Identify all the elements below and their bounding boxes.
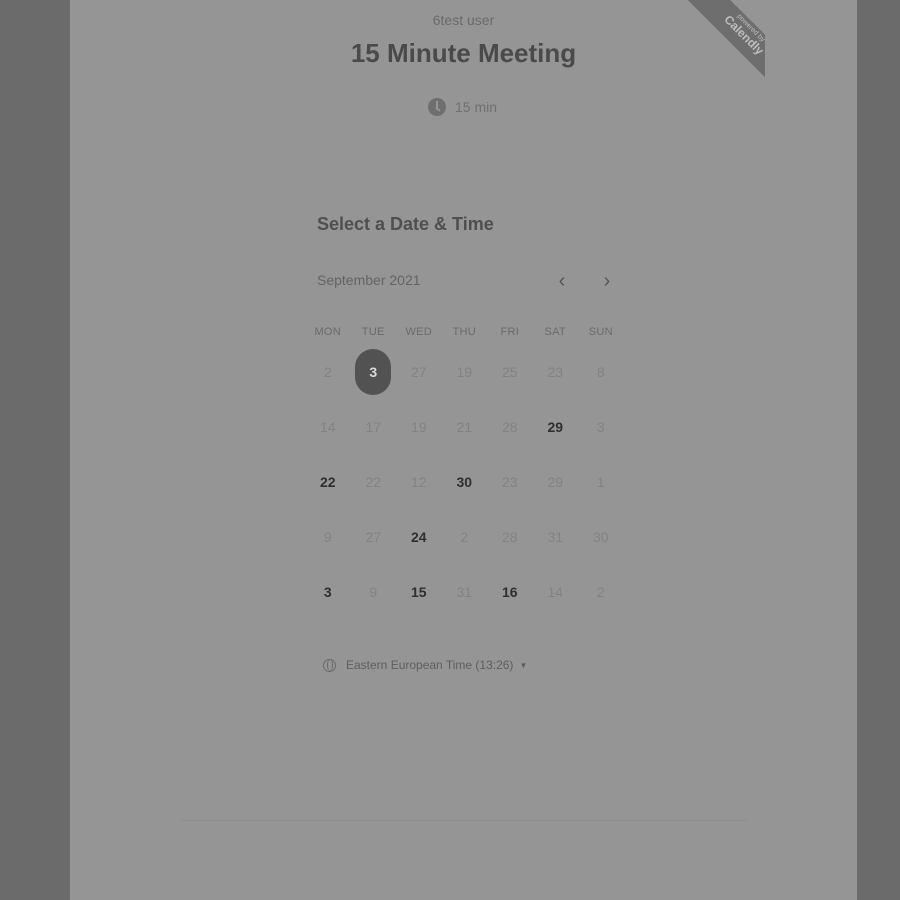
unavailable-date: 19 (442, 344, 488, 399)
available-date[interactable]: 30 (442, 454, 488, 509)
unavailable-date: 2 (578, 565, 624, 620)
clock-icon (428, 98, 446, 116)
unavailable-date: 28 (487, 510, 533, 565)
unavailable-date: 31 (533, 510, 579, 565)
date-number: 19 (410, 418, 427, 435)
unavailable-date: 25 (487, 344, 533, 399)
date-number: 19 (456, 363, 473, 380)
date-number: 3 (355, 348, 392, 395)
organizer-name: 6test user (432, 12, 495, 28)
previous-month-button[interactable]: ‹ (550, 270, 574, 294)
timezone-label: Eastern European Time (13:26) (346, 658, 514, 672)
date-number: 8 (596, 363, 605, 380)
weekday-label: FRI (500, 326, 520, 338)
available-date[interactable]: 3 (305, 565, 351, 620)
date-number: 2 (323, 363, 332, 380)
available-date[interactable]: 15 (396, 565, 442, 620)
section-title: Select a Date & Time (317, 214, 494, 234)
unavailable-date: 1 (578, 454, 624, 509)
date-number: 23 (501, 473, 518, 490)
weekday-header: MON TUE WED THU FRI SAT SUN (305, 326, 625, 338)
date-number: 2 (596, 584, 605, 601)
event-title: 15 Minute Meeting (350, 38, 577, 68)
unavailable-date: 21 (442, 399, 488, 454)
date-number: 22 (365, 473, 382, 490)
date-number: 24 (410, 529, 427, 546)
available-date[interactable]: 29 (533, 399, 579, 454)
date-number: 30 (456, 473, 473, 490)
available-date[interactable]: 16 (487, 565, 533, 620)
date-number: 23 (547, 363, 564, 380)
unavailable-date: 23 (487, 454, 533, 509)
duration-label: 15 min (455, 99, 498, 115)
available-date[interactable]: 22 (305, 454, 351, 509)
weekday-label: THU (452, 326, 476, 338)
date-number: 9 (323, 529, 332, 546)
date-number: 3 (323, 584, 332, 601)
chevron-right-icon: › (603, 270, 611, 292)
unavailable-date: 27 (351, 510, 397, 565)
caret-down-icon: ▼ (519, 660, 528, 670)
booking-card: powered by Calendly 6test user 15 Minute… (70, 0, 857, 900)
unavailable-date: 27 (396, 344, 442, 399)
date-number: 25 (501, 363, 518, 380)
unavailable-date: 12 (396, 454, 442, 509)
date-number: 2 (460, 529, 469, 546)
unavailable-date: 9 (305, 510, 351, 565)
weekday-label: SUN (588, 326, 613, 338)
calendar-grid: 2 3 27 19 25 23 8 14 17 19 21 28 29 3 22 22 12 30 23 29 1 9 27… (305, 344, 625, 620)
date-number: 31 (456, 584, 473, 601)
date-number: 12 (410, 473, 427, 490)
date-number: 21 (456, 418, 473, 435)
unavailable-date: 14 (533, 565, 579, 620)
unavailable-date: 19 (396, 399, 442, 454)
date-number: 28 (501, 529, 518, 546)
date-number: 29 (547, 473, 564, 490)
date-number: 22 (319, 473, 336, 490)
weekday-label: SAT (544, 326, 566, 338)
date-number: 27 (410, 363, 427, 380)
unavailable-date: 2 (305, 344, 351, 399)
unavailable-date: 17 (351, 399, 397, 454)
date-number: 17 (365, 418, 382, 435)
unavailable-date: 23 (533, 344, 579, 399)
date-number: 27 (365, 529, 382, 546)
date-number: 29 (547, 418, 564, 435)
unavailable-date: 28 (487, 399, 533, 454)
unavailable-date: 29 (533, 454, 579, 509)
event-duration: 15 min (428, 96, 497, 118)
chevron-left-icon: ‹ (558, 270, 566, 292)
unavailable-date: 9 (351, 565, 397, 620)
selected-date[interactable]: 3 (351, 344, 397, 399)
unavailable-date: 30 (578, 510, 624, 565)
timezone-selector[interactable]: Eastern European Time (13:26) ▼ (323, 658, 527, 672)
unavailable-date: 3 (578, 399, 624, 454)
available-date[interactable]: 24 (396, 510, 442, 565)
weekday-label: MON (314, 326, 342, 338)
date-number: 9 (369, 584, 378, 601)
date-number: 14 (547, 584, 564, 601)
date-number: 30 (592, 529, 609, 546)
date-number: 31 (547, 529, 564, 546)
weekday-label: TUE (361, 326, 385, 338)
date-number: 15 (410, 584, 427, 601)
unavailable-date: 8 (578, 344, 624, 399)
date-number: 16 (501, 584, 518, 601)
date-number: 28 (501, 418, 518, 435)
divider (180, 820, 747, 821)
date-number: 1 (596, 473, 605, 490)
weekday-label: WED (405, 326, 433, 338)
date-number: 14 (319, 418, 336, 435)
unavailable-date: 2 (442, 510, 488, 565)
unavailable-date: 14 (305, 399, 351, 454)
next-month-button[interactable]: › (595, 270, 619, 294)
month-label: September 2021 (317, 272, 421, 288)
unavailable-date: 31 (442, 565, 488, 620)
date-number: 3 (596, 418, 605, 435)
unavailable-date: 22 (351, 454, 397, 509)
globe-icon (323, 658, 336, 672)
